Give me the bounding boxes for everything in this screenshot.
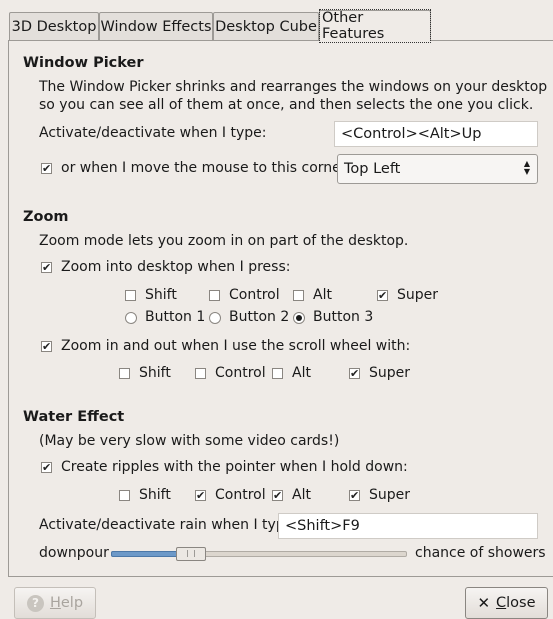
zoom-button2-radio[interactable] <box>209 312 221 324</box>
zoom-button3-label: Button 3 <box>313 309 374 325</box>
window-picker-description-2: so you can see all of them at once, and … <box>39 97 534 113</box>
zoom-scroll-control-checkbox[interactable] <box>195 368 206 379</box>
help-label-rest: elp <box>60 595 84 611</box>
zoom-description: Zoom mode lets you zoom in on part of th… <box>39 233 409 249</box>
zoom-press-label: Zoom into desktop when I press: <box>61 259 291 275</box>
corner-select[interactable]: Top Left ▲ ▼ <box>337 154 538 184</box>
rain-label: Activate/deactivate rain when I type: <box>39 517 299 533</box>
zoom-scroll-control-label: Control <box>215 365 266 381</box>
zoom-press-control-checkbox[interactable] <box>209 290 220 301</box>
help-label: Help <box>50 595 83 611</box>
tab-other-features[interactable]: Other Features <box>319 9 431 43</box>
tab-window-effects[interactable]: Window Effects <box>99 12 213 40</box>
tab-label: 3D Desktop <box>11 18 97 35</box>
zoom-press-alt-checkbox[interactable] <box>293 290 304 301</box>
zoom-scroll-alt-label: Alt <box>292 365 311 381</box>
rain-shortcut-value: <Shift>F9 <box>285 518 360 534</box>
corner-label: or when I move the mouse to this corner: <box>61 160 352 176</box>
zoom-button1-label: Button 1 <box>145 309 206 325</box>
zoom-title: Zoom <box>23 209 69 225</box>
tab-label: Window Effects <box>100 18 212 35</box>
tab-3d-desktop[interactable]: 3D Desktop <box>9 12 99 40</box>
zoom-press-shift-label: Shift <box>145 287 177 303</box>
zoom-button3-radio[interactable] <box>293 312 305 324</box>
zoom-scroll-super-label: Super <box>369 365 411 381</box>
tab-label: Desktop Cube <box>215 18 317 35</box>
zoom-scroll-alt-checkbox[interactable] <box>272 368 283 379</box>
help-icon: ? <box>26 594 44 612</box>
water-effect-title: Water Effect <box>23 409 125 425</box>
zoom-scroll-checkbox[interactable]: ✔ <box>41 341 52 352</box>
zoom-press-super-checkbox[interactable]: ✔ <box>377 290 388 301</box>
ripple-control-label: Control <box>215 487 266 503</box>
close-label: Close <box>496 595 536 611</box>
zoom-button1-radio[interactable] <box>125 312 137 324</box>
ripple-super-checkbox[interactable]: ✔ <box>349 490 360 501</box>
window-picker-title: Window Picker <box>23 55 144 71</box>
ripple-control-checkbox[interactable]: ✔ <box>195 490 206 501</box>
slider-right-label: chance of showers <box>415 545 546 561</box>
zoom-press-checkbox[interactable]: ✔ <box>41 262 52 273</box>
ripple-alt-checkbox[interactable]: ✔ <box>272 490 283 501</box>
help-button[interactable]: ? Help <box>14 587 96 619</box>
zoom-scroll-label: Zoom in and out when I use the scroll wh… <box>61 338 411 354</box>
ripple-alt-label: Alt <box>292 487 311 503</box>
window-picker-description-1: The Window Picker shrinks and rearranges… <box>39 79 548 95</box>
rain-shortcut-field[interactable]: <Shift>F9 <box>278 513 538 539</box>
zoom-scroll-shift-checkbox[interactable] <box>119 368 130 379</box>
ripple-super-label: Super <box>369 487 411 503</box>
rain-slider-thumb[interactable] <box>176 547 207 561</box>
zoom-button2-label: Button 2 <box>229 309 290 325</box>
ripples-checkbox[interactable]: ✔ <box>41 462 52 473</box>
window-picker-shortcut-field[interactable]: <Control><Alt>Up <box>334 121 538 147</box>
zoom-press-control-label: Control <box>229 287 280 303</box>
ripple-shift-checkbox[interactable] <box>119 490 130 501</box>
water-effect-note: (May be very slow with some video cards!… <box>39 433 340 449</box>
close-mnemonic: C <box>496 595 507 611</box>
tab-desktop-cube[interactable]: Desktop Cube <box>213 12 319 40</box>
zoom-press-shift-checkbox[interactable] <box>125 290 136 301</box>
close-label-rest: lose <box>506 595 536 611</box>
up-down-arrows-icon: ▲ ▼ <box>523 159 530 176</box>
shortcut-value: <Control><Alt>Up <box>341 126 482 142</box>
zoom-scroll-super-checkbox[interactable]: ✔ <box>349 368 360 379</box>
help-mnemonic: H <box>49 595 61 611</box>
corner-select-value: Top Left <box>344 161 401 177</box>
slider-left-label: downpour <box>39 545 109 561</box>
zoom-press-super-label: Super <box>397 287 439 303</box>
close-button[interactable]: ✕ Close <box>465 587 548 619</box>
tab-label: Other Features <box>319 9 431 43</box>
zoom-scroll-shift-label: Shift <box>139 365 171 381</box>
zoom-press-alt-label: Alt <box>313 287 332 303</box>
ripple-shift-label: Shift <box>139 487 171 503</box>
window-picker-activate-label: Activate/deactivate when I type: <box>39 125 267 141</box>
close-x-icon: ✕ <box>477 594 491 612</box>
ripples-label: Create ripples with the pointer when I h… <box>61 459 408 475</box>
corner-checkbox[interactable]: ✔ <box>41 163 52 174</box>
